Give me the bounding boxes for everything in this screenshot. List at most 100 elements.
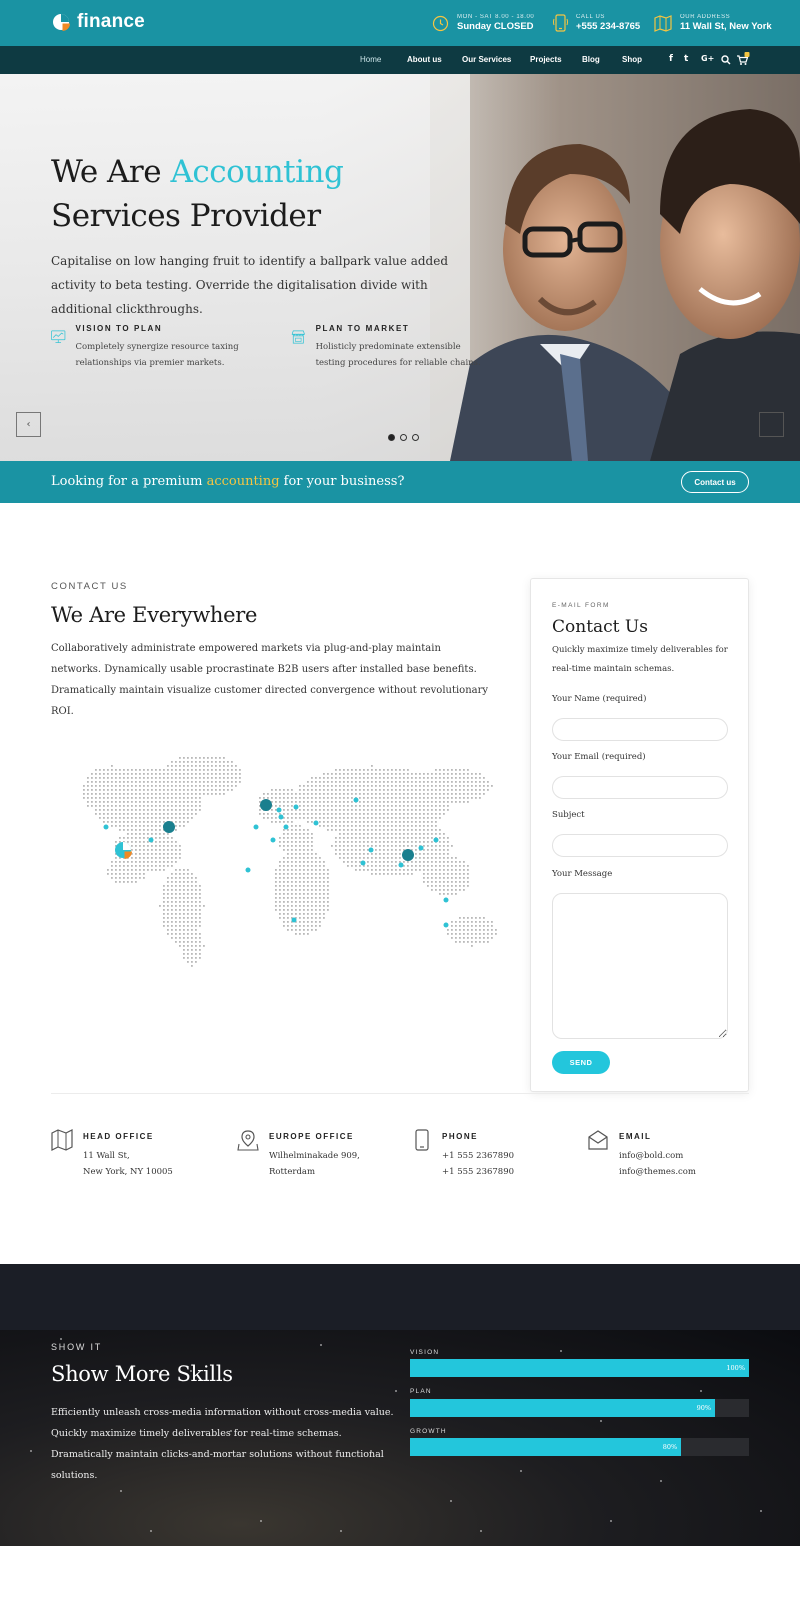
hero-photo [430, 74, 800, 461]
call-label: CALL US [576, 14, 605, 20]
map-marker[interactable] [278, 814, 284, 820]
email-label: Your Email (required) [552, 752, 646, 762]
name-input[interactable] [552, 718, 728, 741]
call-value[interactable]: +555 234-8765 [576, 21, 640, 33]
skill-fill-plan: 90% [410, 1399, 716, 1417]
map-marker[interactable] [293, 804, 299, 810]
subject-label: Subject [552, 810, 585, 820]
section-divider [51, 1093, 749, 1094]
star [320, 1344, 322, 1346]
office-email-line1[interactable]: info@bold.com [619, 1148, 696, 1164]
office-email-title: EMAIL [619, 1132, 652, 1141]
cta-text-after: for your business? [279, 474, 405, 489]
message-textarea[interactable] [552, 893, 728, 1039]
hero-title-part1: We Are [51, 154, 171, 190]
form-description: Quickly maximize timely deliverables for… [552, 645, 728, 674]
address-value: 11 Wall St, New York [680, 21, 772, 32]
twitter-icon[interactable]: t [684, 54, 688, 64]
feature-market-title: PLAN TO MARKET [315, 324, 410, 333]
star [30, 1450, 32, 1452]
star [230, 1430, 232, 1432]
map-marker[interactable] [398, 862, 404, 868]
feature-market-desc: Holisticly predominate extensible testin… [315, 342, 481, 368]
contact-us-button[interactable]: Contact us [681, 471, 749, 493]
skill-fill-growth: 80% [410, 1438, 682, 1456]
star [150, 1530, 152, 1532]
cta-text-accent: accounting [206, 474, 280, 489]
skill-pct-vision: 100% [726, 1364, 745, 1372]
send-button[interactable]: SEND [552, 1051, 610, 1074]
map-marker[interactable] [276, 807, 282, 813]
nav-services[interactable]: Our Services [462, 55, 511, 64]
slider-dot-3[interactable] [412, 434, 419, 441]
cart-icon[interactable] [736, 52, 750, 66]
skills-title: Show More Skills [51, 1362, 233, 1386]
nav-shop[interactable]: Shop [622, 55, 642, 64]
skill-bar-plan: 90% [410, 1399, 749, 1417]
feature-market: PLAN TO MARKET Holisticly predominate ex… [291, 324, 491, 371]
feature-vision-desc: Completely synergize resource taxing rel… [75, 342, 239, 368]
office-head-line2: New York, NY 10005 [83, 1167, 173, 1177]
facebook-icon[interactable]: f [669, 54, 673, 64]
cta-band: Looking for a premium accounting for you… [0, 461, 800, 503]
pie-chart-icon [115, 842, 132, 859]
hero-title: We Are Accounting Services Provider [51, 150, 344, 238]
map-marker[interactable] [148, 837, 154, 843]
nav-home[interactable]: Home [360, 55, 381, 64]
map-marker[interactable] [291, 917, 297, 923]
subject-input[interactable] [552, 834, 728, 857]
office-phone-line2[interactable]: +1 555 2367890 [442, 1164, 514, 1180]
map-pin-icon [237, 1130, 259, 1151]
slider-dot-1[interactable] [388, 434, 395, 441]
slider-prev-button[interactable]: ‹ [16, 412, 41, 437]
google-plus-icon[interactable]: G+ [701, 54, 714, 63]
search-icon[interactable] [721, 55, 731, 65]
map-marker[interactable] [163, 821, 175, 833]
office-europe-title: EUROPE OFFICE [269, 1132, 354, 1141]
map-marker[interactable] [253, 824, 259, 830]
address-label: OUR ADDRESS [680, 14, 731, 20]
map-marker[interactable] [433, 837, 439, 843]
map-marker[interactable] [443, 922, 449, 928]
map-marker[interactable] [270, 837, 276, 843]
nav-about[interactable]: About us [407, 55, 442, 64]
skill-bar-growth: 80% [410, 1438, 749, 1456]
logo[interactable]: finance [51, 11, 145, 33]
clock-icon [432, 15, 449, 31]
map-marker[interactable] [103, 824, 109, 830]
map-marker[interactable] [313, 820, 319, 826]
logo-text: finance [77, 11, 145, 32]
map-marker[interactable] [368, 847, 374, 853]
nav-blog[interactable]: Blog [582, 55, 600, 64]
map-marker[interactable] [443, 897, 449, 903]
office-head-title: HEAD OFFICE [83, 1132, 154, 1141]
star [520, 1470, 522, 1472]
hours-label: MON - SAT 8.00 - 18.00 [457, 14, 535, 20]
office-email-line2[interactable]: info@themes.com [619, 1164, 696, 1180]
star [660, 1480, 662, 1482]
map-marker[interactable] [360, 860, 366, 866]
star [60, 1338, 62, 1340]
office-phone-line1[interactable]: +1 555 2367890 [442, 1148, 514, 1164]
nav-projects[interactable]: Projects [530, 55, 562, 64]
map-marker[interactable] [245, 867, 251, 873]
map-marker[interactable] [418, 845, 424, 851]
slider-next-button[interactable] [759, 412, 784, 437]
slider-dot-2[interactable] [400, 434, 407, 441]
map-marker[interactable] [260, 799, 272, 811]
map-marker[interactable] [353, 797, 359, 803]
star [480, 1530, 482, 1532]
email-input[interactable] [552, 776, 728, 799]
feature-vision-title: VISION TO PLAN [75, 324, 163, 333]
contact-form: E-MAIL FORM Contact Us Quickly maximize … [530, 578, 749, 1092]
map-marker[interactable] [402, 849, 414, 861]
star [700, 1390, 702, 1392]
skills-description: Efficiently unleash cross-media informat… [51, 1407, 394, 1481]
name-label: Your Name (required) [552, 694, 647, 704]
skill-label-growth: GROWTH [410, 1428, 447, 1435]
storefront-icon [291, 330, 305, 344]
hero-description: Capitalise on low hanging fruit to ident… [51, 254, 448, 316]
skills-top-band [0, 1264, 800, 1330]
map-marker[interactable] [283, 824, 289, 830]
cta-text: Looking for a premium accounting for you… [51, 474, 404, 489]
